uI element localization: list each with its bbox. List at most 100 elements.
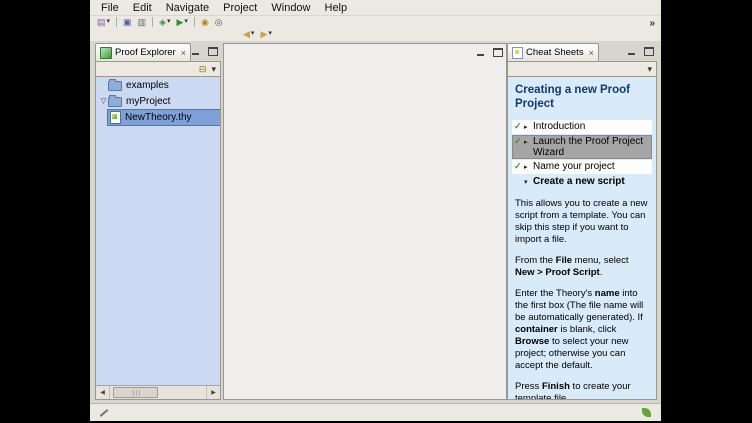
cheat-sheets-icon bbox=[512, 47, 523, 59]
minimize-icon bbox=[477, 54, 484, 56]
cheat-sheets-toolbar: ▾ bbox=[507, 61, 657, 77]
tree-item-myproject[interactable]: ▽ myProject bbox=[96, 93, 220, 109]
view-menu-button[interactable]: ▾ bbox=[647, 65, 652, 74]
run-button[interactable]: ▶ ▾ bbox=[175, 16, 190, 28]
maximize-button[interactable] bbox=[642, 46, 655, 57]
minimize-icon bbox=[192, 53, 199, 55]
save-button[interactable]: ▣ bbox=[121, 16, 134, 28]
proof-explorer-toolbar: ⊟ ▾ bbox=[95, 61, 221, 77]
tree-item-examples[interactable]: examples bbox=[96, 77, 220, 93]
edit-status-icon[interactable] bbox=[90, 412, 661, 414]
search-button[interactable]: ◎ bbox=[213, 16, 225, 28]
tree-item-label: myProject bbox=[126, 96, 170, 107]
chevron-down-icon: ▾ bbox=[107, 17, 111, 27]
cheat-sheets-header: Cheat Sheets × bbox=[507, 43, 657, 61]
new-button[interactable]: ▤ ▾ bbox=[95, 16, 112, 28]
tree-item-label: NewTheory.thy bbox=[125, 112, 192, 123]
status-bar bbox=[90, 403, 661, 421]
close-icon[interactable]: × bbox=[589, 48, 594, 58]
toolbar-overflow-chevron[interactable]: » bbox=[649, 18, 655, 29]
step-launch-wizard[interactable]: ✓ ▸ Launch the Proof Project Wizard bbox=[512, 135, 652, 159]
check-icon: ✓ bbox=[514, 161, 524, 172]
editor-header bbox=[224, 44, 506, 60]
new-icon: ▤ bbox=[97, 17, 106, 27]
menu-window[interactable]: Window bbox=[264, 2, 317, 14]
maximize-button[interactable] bbox=[206, 46, 219, 57]
cheat-paragraph-3: Enter the Theory's name into the first b… bbox=[515, 288, 649, 372]
workbench-area: Proof Explorer × ⊟ ▾ examples bbox=[90, 41, 661, 404]
cheat-paragraph-1: This allows you to create a new script f… bbox=[515, 198, 649, 246]
chevron-right-icon[interactable]: ▸ bbox=[524, 161, 533, 173]
chevron-right-icon[interactable]: ▸ bbox=[524, 121, 533, 133]
close-icon[interactable]: × bbox=[181, 48, 186, 58]
minimize-icon bbox=[628, 53, 635, 55]
chevron-down-icon: ▾ bbox=[167, 17, 171, 27]
view-window-buttons bbox=[189, 46, 219, 57]
search-icon: ◎ bbox=[215, 17, 223, 27]
print-icon: ▥ bbox=[138, 17, 147, 27]
scroll-right-button[interactable]: ▶ bbox=[206, 386, 220, 399]
chevron-right-icon[interactable]: ▸ bbox=[524, 136, 533, 148]
eclipse-window: File Edit Navigate Project Window Help ▤… bbox=[90, 0, 661, 421]
maximize-button[interactable] bbox=[491, 47, 504, 58]
folder-icon bbox=[108, 81, 122, 91]
main-toolbar: ▤ ▾ ▣ ▥ ◈ ▾ ▶ ▾ ◉ ◎ bbox=[90, 15, 661, 42]
expander-open-icon[interactable]: ▽ bbox=[99, 97, 108, 105]
cheat-sheets-view: Cheat Sheets × ▾ Creating a new Proof Pr… bbox=[507, 43, 657, 400]
cheat-sheet-steps: ✓ ▸ Introduction ✓ ▸ Launch the Proof Pr… bbox=[512, 120, 652, 189]
proof-explorer-view: Proof Explorer × ⊟ ▾ examples bbox=[95, 43, 221, 400]
menu-project[interactable]: Project bbox=[216, 2, 264, 14]
tree-item-newtheory[interactable]: NewTheory.thy bbox=[96, 109, 220, 125]
horizontal-scrollbar[interactable]: ◀ ▶ bbox=[96, 385, 220, 399]
tab-cheat-sheets[interactable]: Cheat Sheets × bbox=[507, 43, 599, 61]
back-icon: ◀ bbox=[243, 29, 250, 39]
chevron-down-icon: ▾ bbox=[268, 29, 272, 39]
editor-area[interactable] bbox=[223, 43, 507, 400]
leaf-icon bbox=[642, 408, 651, 417]
step-create-script[interactable]: ▾ Create a new script bbox=[512, 175, 652, 189]
menu-help[interactable]: Help bbox=[318, 2, 355, 14]
bookmark-button[interactable]: ◉ bbox=[199, 16, 211, 28]
step-introduction[interactable]: ✓ ▸ Introduction bbox=[512, 120, 652, 134]
view-window-buttons bbox=[625, 46, 655, 57]
folder-open-icon bbox=[108, 97, 122, 107]
scrollbar-track[interactable] bbox=[110, 386, 206, 399]
maximize-icon bbox=[493, 48, 503, 57]
save-icon: ▣ bbox=[123, 17, 132, 27]
proof-explorer-header: Proof Explorer × bbox=[95, 43, 221, 61]
back-button[interactable]: ◀ ▾ bbox=[241, 28, 256, 40]
view-menu-button[interactable]: ▾ bbox=[211, 65, 216, 74]
proof-explorer-icon bbox=[100, 47, 112, 59]
toolbar-separator bbox=[152, 17, 153, 27]
check-icon: ✓ bbox=[514, 121, 524, 132]
tab-proof-explorer[interactable]: Proof Explorer × bbox=[95, 43, 191, 61]
selection-highlight: NewTheory.thy bbox=[108, 110, 220, 125]
tab-label: Proof Explorer bbox=[115, 47, 176, 58]
forward-button[interactable]: ▶ ▾ bbox=[258, 28, 273, 40]
menu-file[interactable]: File bbox=[94, 2, 126, 14]
print-button[interactable]: ▥ bbox=[136, 16, 149, 28]
toolbar-separator bbox=[194, 17, 195, 27]
collapse-all-button[interactable]: ⊟ bbox=[199, 65, 207, 74]
cheat-sheet-content: Creating a new Proof Project ✓ ▸ Introdu… bbox=[507, 76, 657, 400]
maximize-icon bbox=[208, 47, 218, 56]
chevron-down-icon[interactable]: ▾ bbox=[524, 176, 533, 188]
minimize-button[interactable] bbox=[189, 46, 202, 57]
toolbar-row-1: ▤ ▾ ▣ ▥ ◈ ▾ ▶ ▾ ◉ ◎ bbox=[90, 16, 661, 28]
pencil-icon bbox=[100, 409, 109, 417]
scrollbar-thumb[interactable] bbox=[113, 387, 158, 398]
scroll-left-button[interactable]: ◀ bbox=[96, 386, 110, 399]
menu-bar: File Edit Navigate Project Window Help bbox=[90, 0, 661, 15]
menu-navigate[interactable]: Navigate bbox=[159, 2, 216, 14]
step-label: Name your project bbox=[533, 161, 650, 172]
minimize-button[interactable] bbox=[625, 46, 638, 57]
minimize-button[interactable] bbox=[474, 47, 487, 58]
tab-label: Cheat Sheets bbox=[526, 47, 584, 58]
tree-item-label: examples bbox=[126, 80, 169, 91]
run-icon: ▶ bbox=[177, 17, 184, 27]
menu-edit[interactable]: Edit bbox=[126, 2, 159, 14]
toolbar-separator bbox=[116, 17, 117, 27]
step-label: Create a new script bbox=[533, 176, 650, 187]
step-name-project[interactable]: ✓ ▸ Name your project bbox=[512, 160, 652, 174]
debug-button[interactable]: ◈ ▾ bbox=[157, 16, 172, 28]
